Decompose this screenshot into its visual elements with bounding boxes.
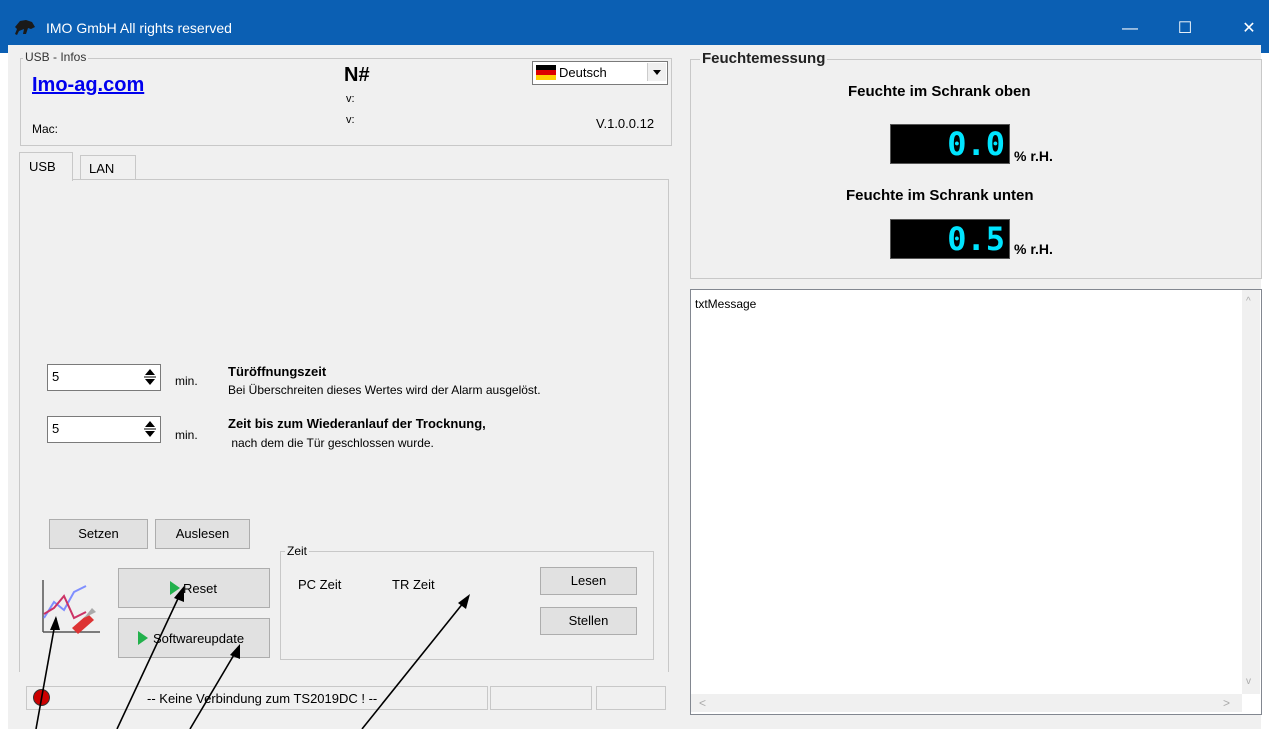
serial-number-label: N# [344, 64, 370, 86]
website-link[interactable]: Imo-ag.com [32, 74, 144, 97]
status-text: -- Keine Verbindung zum TS2019DC ! -- [147, 691, 378, 706]
restart-time-unit: min. [175, 428, 198, 442]
humidity-bottom-label: Feuchte im Schrank unten [846, 187, 1034, 204]
read-time-button[interactable]: Lesen [540, 567, 637, 595]
chart-icon[interactable] [40, 578, 102, 636]
status-panel-3 [596, 686, 666, 710]
restart-time-spin-arrows-icon[interactable] [142, 418, 158, 440]
app-logo-icon [15, 20, 35, 35]
restart-time-value: 5 [52, 421, 60, 436]
tr-time-label: TR Zeit [392, 577, 435, 592]
reset-button-label: Reset [183, 581, 217, 596]
minimize-button[interactable]: — [1110, 14, 1150, 44]
window-title: IMO GmbH All rights reserved [46, 20, 232, 36]
set-time-button[interactable]: Stellen [540, 607, 637, 635]
german-flag-icon [536, 65, 556, 80]
tab-usb[interactable]: USB [19, 152, 73, 181]
message-text: txtMessage [695, 297, 757, 311]
software-update-button[interactable]: Softwareupdate [118, 618, 270, 658]
door-time-title: Türöffnungszeit [228, 364, 327, 379]
tab-lan-label: LAN [89, 161, 115, 176]
door-time-value: 5 [52, 369, 60, 384]
humidity-top-unit: % r.H. [1014, 148, 1053, 164]
usb-info-legend: USB - Infos [23, 50, 89, 64]
language-value: Deutsch [559, 65, 607, 80]
message-textbox[interactable]: txtMessage ^ v < > [690, 289, 1262, 715]
play-icon [138, 631, 148, 645]
pc-time-label: PC Zeit [298, 577, 342, 592]
status-bar: -- Keine Verbindung zum TS2019DC ! -- [26, 686, 488, 710]
restart-time-description: nach dem die Tür geschlossen wurde. [228, 436, 434, 450]
humidity-bottom-display: 0.5 [890, 219, 1010, 259]
set-button[interactable]: Setzen [49, 519, 148, 549]
language-select[interactable]: Deutsch [532, 61, 668, 85]
scroll-left-icon[interactable]: < [699, 696, 706, 710]
restart-time-title: Zeit bis zum Wiederanlauf der Trocknung, [228, 416, 486, 431]
play-icon [170, 581, 180, 595]
scroll-down-icon[interactable]: v [1246, 676, 1251, 687]
humidity-top-display: 0.0 [890, 124, 1010, 164]
tab-usb-label: USB [29, 159, 56, 174]
version-2-label: v: [346, 114, 355, 126]
vertical-scrollbar[interactable]: ^ v [1242, 290, 1260, 694]
door-time-stepper[interactable]: 5 [47, 364, 161, 391]
version-1-label: v: [346, 93, 355, 105]
door-time-unit: min. [175, 374, 198, 388]
restart-time-stepper[interactable]: 5 [47, 416, 161, 443]
read-button[interactable]: Auslesen [155, 519, 250, 549]
mac-label: Mac: [32, 122, 59, 136]
door-time-spin-arrows-icon[interactable] [142, 366, 158, 388]
tab-lan[interactable]: LAN [80, 155, 136, 180]
humidity-bottom-unit: % r.H. [1014, 241, 1053, 257]
software-update-button-label: Softwareupdate [153, 631, 245, 646]
maximize-button[interactable]: ☐ [1165, 14, 1205, 44]
horizontal-scrollbar[interactable]: < > [691, 694, 1242, 712]
door-time-description: Bei Überschreiten dieses Wertes wird der… [228, 383, 541, 397]
disconnected-status-icon [33, 689, 50, 706]
status-panel-2 [490, 686, 592, 710]
humidity-top-label: Feuchte im Schrank oben [848, 83, 1031, 100]
time-group-legend: Zeit [285, 544, 310, 558]
reset-button[interactable]: Reset [118, 568, 270, 608]
software-version: V.1.0.0.12 [596, 116, 655, 131]
humidity-group-legend: Feuchtemessung [700, 50, 828, 67]
close-button[interactable]: ✕ [1229, 14, 1269, 44]
scroll-up-icon[interactable]: ^ [1246, 296, 1251, 307]
scroll-right-icon[interactable]: > [1223, 696, 1230, 710]
chevron-down-icon[interactable] [647, 63, 666, 81]
